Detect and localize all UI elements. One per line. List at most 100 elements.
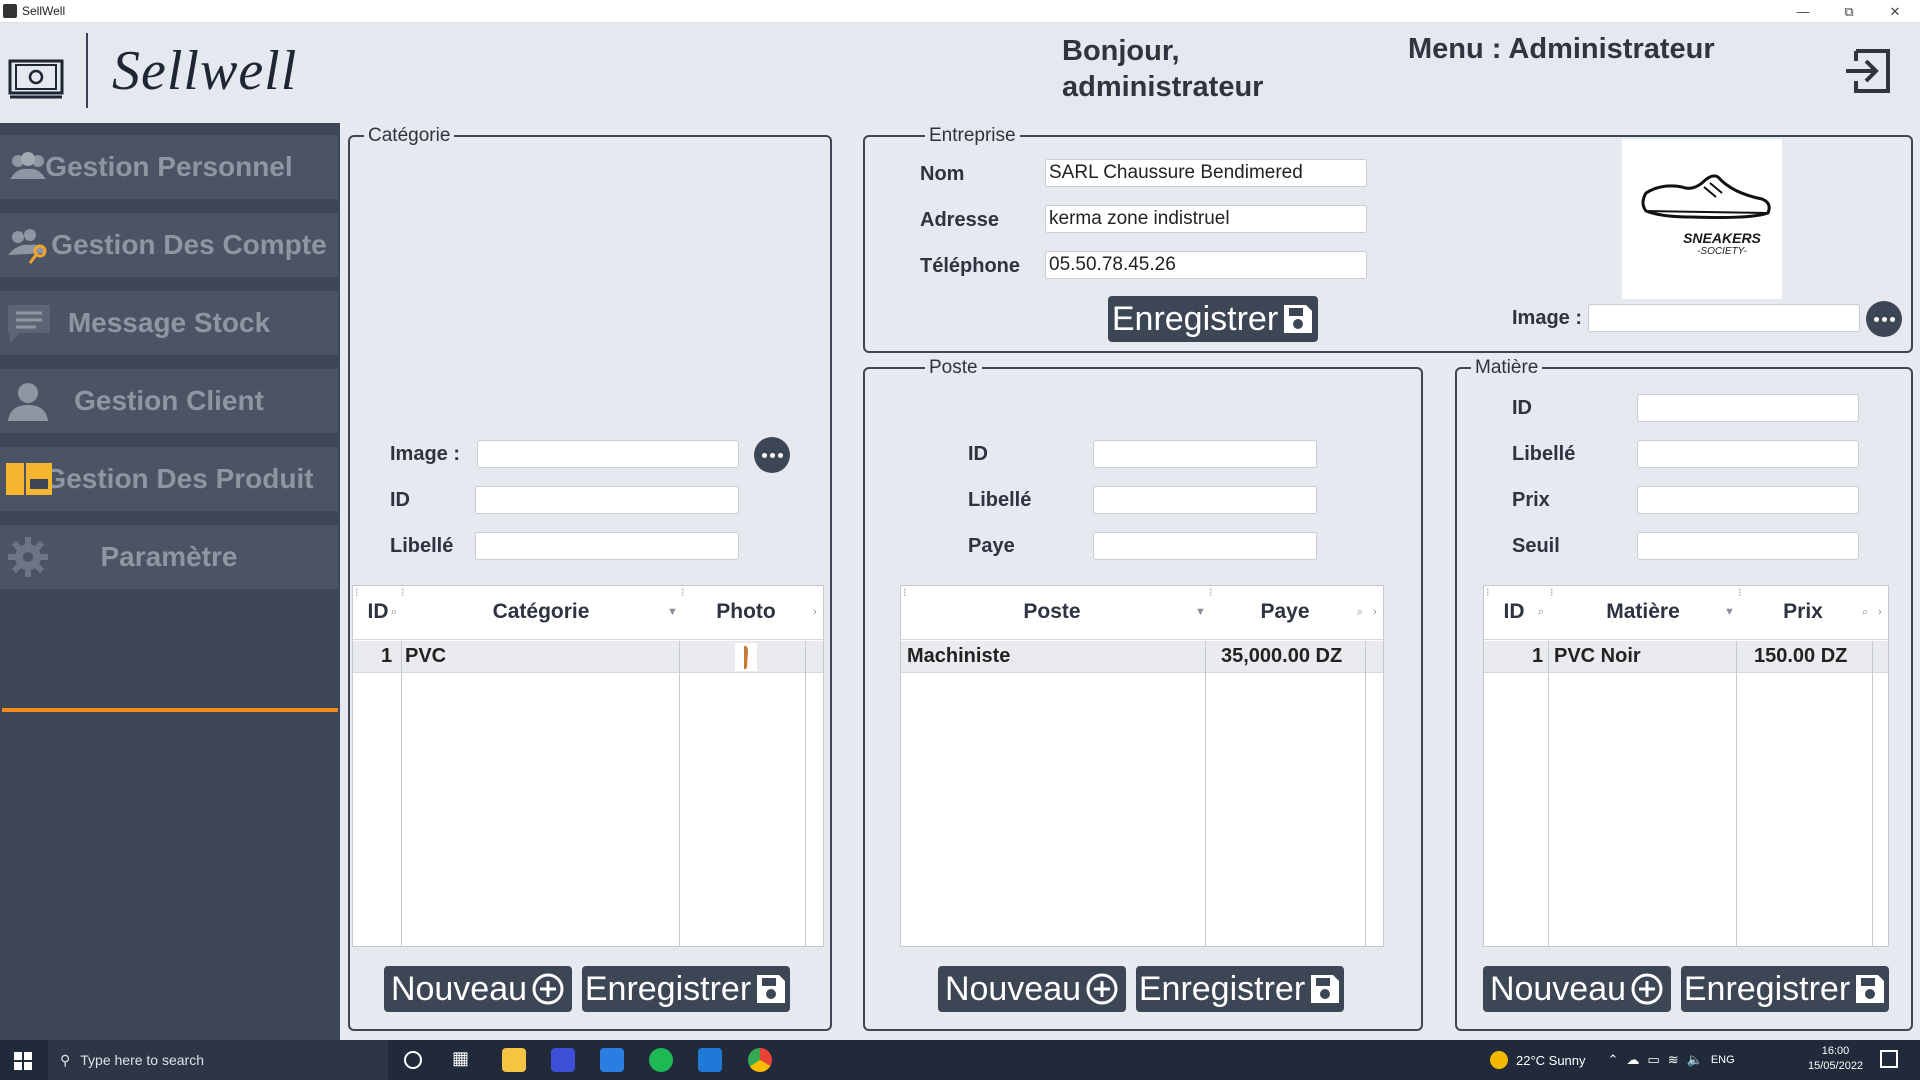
column-header-id[interactable]: ID [1494, 600, 1534, 624]
sidebar-item-label: Gestion Personnel [45, 151, 293, 182]
entreprise-adresse-field[interactable] [1045, 205, 1367, 233]
cortana-icon[interactable] [404, 1051, 422, 1069]
close-button[interactable]: ✕ [1872, 0, 1918, 23]
entreprise-nom-field[interactable] [1045, 159, 1367, 187]
taskbar-search[interactable]: ⚲ Type here to search [48, 1040, 388, 1080]
task-view-icon[interactable]: ▦ [452, 1048, 476, 1072]
chevron-right-icon[interactable]: › [813, 606, 817, 618]
message-icon [6, 303, 50, 343]
spotify-icon[interactable] [649, 1048, 673, 1072]
sidebar-item-gestion-des-produit[interactable]: Gestion Des Produit [0, 447, 338, 511]
browse-logo-button[interactable] [1866, 301, 1902, 337]
sidebar-item-gestion-des-compte[interactable]: Gestion Des Compte [0, 213, 338, 277]
gear-icon [6, 537, 50, 577]
filter-icon[interactable]: ▼ [667, 606, 678, 618]
file-explorer-icon[interactable] [502, 1048, 526, 1072]
column-header-matiere[interactable]: Matière [1550, 600, 1736, 624]
sidebar-item-gestion-personnel[interactable]: Gestion Personnel [0, 135, 338, 199]
cloud-icon[interactable]: ☁ [1626, 1052, 1639, 1068]
battery-icon[interactable]: ▭ [1647, 1052, 1659, 1068]
language-indicator[interactable]: ENG [1711, 1054, 1735, 1066]
people-key-icon [6, 225, 50, 265]
table-row[interactable]: 1 PVC Noir 150.00 DZ [1484, 641, 1888, 673]
matiere-prix-field[interactable] [1637, 486, 1859, 514]
poste-paye-field[interactable] [1093, 532, 1317, 560]
menu-title: Menu : Administrateur [1408, 33, 1715, 65]
search-icon[interactable]: ⌕ [1357, 606, 1363, 619]
visual-studio-icon[interactable] [551, 1048, 575, 1072]
sidebar-item-label: Paramètre [100, 541, 238, 572]
chevron-right-icon[interactable]: › [1878, 606, 1882, 618]
chrome-icon[interactable] [748, 1048, 772, 1072]
poste-id-label: ID [968, 443, 988, 465]
sidebar-item-label: Gestion Des Produit [44, 463, 314, 494]
button-label: Enregistrer [584, 969, 752, 1008]
window-title-bar: SellWell — ⧉ ✕ [0, 0, 1920, 23]
entreprise-enregistrer-button[interactable]: Enregistrer [1108, 296, 1318, 342]
poste-libelle-label: Libellé [968, 489, 1032, 511]
entreprise-legend: Entreprise [929, 125, 1016, 146]
matiere-libelle-field[interactable] [1637, 440, 1859, 468]
minimize-button[interactable]: — [1780, 0, 1826, 23]
windows-start-icon[interactable] [14, 1052, 32, 1075]
matiere-nouveau-button[interactable]: Nouveau [1483, 966, 1671, 1012]
sidebar: Gestion Personnel Gestion Des Compte Mes… [0, 123, 340, 1040]
poste-paye-label: Paye [968, 535, 1015, 557]
table-row[interactable]: Machiniste 35,000.00 DZ [901, 641, 1383, 673]
logout-icon[interactable] [1842, 45, 1894, 97]
table-header: ⁝ ⁝ ⁝ ID ⌕ Matière ▼ Prix ⌕ › [1484, 586, 1888, 640]
logo-icon [8, 53, 64, 103]
column-header-paye[interactable]: Paye [1207, 600, 1363, 624]
column-header-poste[interactable]: Poste [901, 600, 1203, 624]
poste-libelle-field[interactable] [1093, 486, 1317, 514]
poste-enregistrer-button[interactable]: Enregistrer [1136, 966, 1344, 1012]
sidebar-item-label: Gestion Client [74, 385, 264, 416]
sidebar-item-gestion-client[interactable]: Gestion Client [0, 369, 338, 433]
column-header-categorie[interactable]: Catégorie [401, 600, 681, 624]
entreprise-image-field[interactable] [1588, 304, 1860, 332]
matiere-prix-label: Prix [1512, 489, 1550, 511]
categorie-enregistrer-button[interactable]: Enregistrer [582, 966, 790, 1012]
filter-icon[interactable]: ▼ [1724, 606, 1735, 618]
chevron-up-icon[interactable]: ⌃ [1608, 1052, 1619, 1068]
matiere-id-field[interactable] [1637, 394, 1859, 422]
poste-table[interactable]: ⁝ ⁝ Poste ▼ Paye ⌕ › Machiniste 35,000.0… [900, 585, 1384, 947]
volume-icon[interactable]: 🔈 [1687, 1052, 1703, 1068]
clock[interactable]: 16:00 15/05/2022 [1808, 1044, 1863, 1074]
sidebar-item-message-stock[interactable]: Message Stock [0, 291, 338, 355]
poste-nouveau-button[interactable]: Nouveau [938, 966, 1126, 1012]
categorie-id-field[interactable] [475, 486, 739, 514]
filter-icon[interactable]: ▼ [1195, 606, 1206, 618]
search-icon[interactable]: ⌕ [1538, 606, 1544, 619]
matiere-enregistrer-button[interactable]: Enregistrer [1681, 966, 1889, 1012]
categorie-table[interactable]: ⁝ ⁝ ⁝ ID ⌕ Catégorie ▼ Photo › 1 PVC [352, 585, 824, 947]
app-header: Sellwell Bonjour, administrateur Menu : … [0, 23, 1920, 123]
poste-id-field[interactable] [1093, 440, 1317, 468]
store-icon[interactable] [600, 1048, 624, 1072]
wifi-icon[interactable]: ≋ [1668, 1052, 1679, 1068]
sidebar-item-parametre[interactable]: Paramètre [0, 525, 338, 589]
restore-button[interactable]: ⧉ [1826, 0, 1872, 23]
mail-icon[interactable] [698, 1048, 722, 1072]
weather-text[interactable]: 22°C Sunny [1516, 1053, 1586, 1068]
column-header-prix[interactable]: Prix [1738, 600, 1868, 624]
app-icon [3, 4, 17, 18]
search-icon[interactable]: ⌕ [1862, 606, 1868, 619]
matiere-table[interactable]: ⁝ ⁝ ⁝ ID ⌕ Matière ▼ Prix ⌕ › 1 PVC Noir… [1483, 585, 1889, 947]
notification-icon[interactable] [1880, 1050, 1898, 1068]
entreprise-telephone-label: Téléphone [920, 255, 1021, 277]
column-header-id[interactable]: ID [363, 600, 393, 624]
browse-image-button[interactable] [754, 437, 790, 473]
column-header-photo[interactable]: Photo [681, 600, 811, 624]
matiere-libelle-label: Libellé [1512, 443, 1576, 465]
categorie-nouveau-button[interactable]: Nouveau [384, 966, 572, 1012]
button-label: Enregistrer [1111, 299, 1279, 338]
table-row[interactable]: 1 PVC [353, 641, 823, 673]
categorie-libelle-field[interactable] [475, 532, 739, 560]
search-icon[interactable]: ⌕ [391, 606, 397, 619]
matiere-seuil-field[interactable] [1637, 532, 1859, 560]
entreprise-telephone-field[interactable] [1045, 251, 1367, 279]
button-label: Nouveau [390, 969, 528, 1008]
chevron-right-icon[interactable]: › [1373, 606, 1377, 618]
categorie-image-field[interactable] [477, 440, 739, 468]
